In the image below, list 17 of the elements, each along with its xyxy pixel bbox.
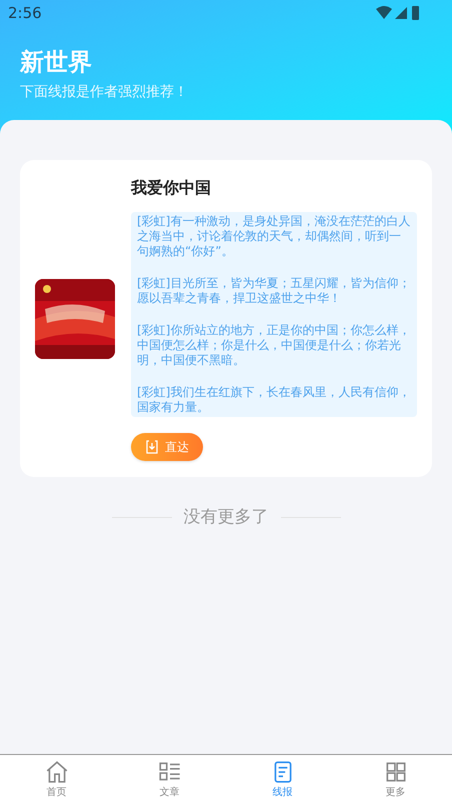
nav-tab[interactable]: 文章 bbox=[113, 755, 226, 804]
page-subtitle: 下面线报是作者强烈推荐！ bbox=[20, 83, 189, 102]
nav-tab[interactable]: 首页 bbox=[0, 755, 113, 804]
nav-tab[interactable]: 更多 bbox=[339, 755, 452, 804]
card-title: 我爱你中国 bbox=[131, 177, 212, 199]
quote-text: [彩虹]有一种激动，是身处异国，淹没在茫茫的白人之海当中，讨论着伦敦的天气，却偶然间，听到一句婀熟的“你好”。 bbox=[137, 214, 411, 259]
post-card[interactable]: 我爱你中国 [彩虹]有一种激动，是身处异国，淹没在茫茫的白人之海当中，讨论着伦敦的天气，却偶然间，听到一句婀熟的“你好”。 [彩虹]目光所至，皆为华夏；五星闪耀，皆为信仰；愿以吾辈之青春，捍卫这盛世之中华！ [彩虹]你所站立的地方，正是你的中国；你怎么样，中国便怎么样；你是什么，中国便是什么；你若光明，中国便不黑暗。 [彩虹]我们生在红旗下，长在春风里，人民有信仰，国家有力量。 直达 bbox=[20, 160, 432, 477]
go-button[interactable]: 直达 bbox=[131, 433, 203, 461]
page-title: 新世界 bbox=[20, 47, 93, 78]
download-icon bbox=[145, 440, 159, 454]
quote-text: [彩虹]你所站立的地方，正是你的中国；你怎么样，中国便怎么样；你是什么，中国便是什么；你若光明，中国便不黑暗。 bbox=[137, 323, 411, 368]
end-text: 没有更多了 bbox=[184, 506, 268, 529]
quote-text: [彩虹]我们生在红旗下，长在春风里，人民有信仰，国家有力量。 bbox=[137, 385, 411, 415]
status-icons bbox=[376, 5, 420, 21]
quote-text: [彩虹]目光所至，皆为华夏；五星闪耀，皆为信仰；愿以吾辈之青春，捍卫这盛世之中华！ bbox=[137, 276, 411, 306]
nav-tab[interactable]: 线报 bbox=[226, 755, 339, 804]
status-time: 2:56 bbox=[8, 2, 42, 24]
